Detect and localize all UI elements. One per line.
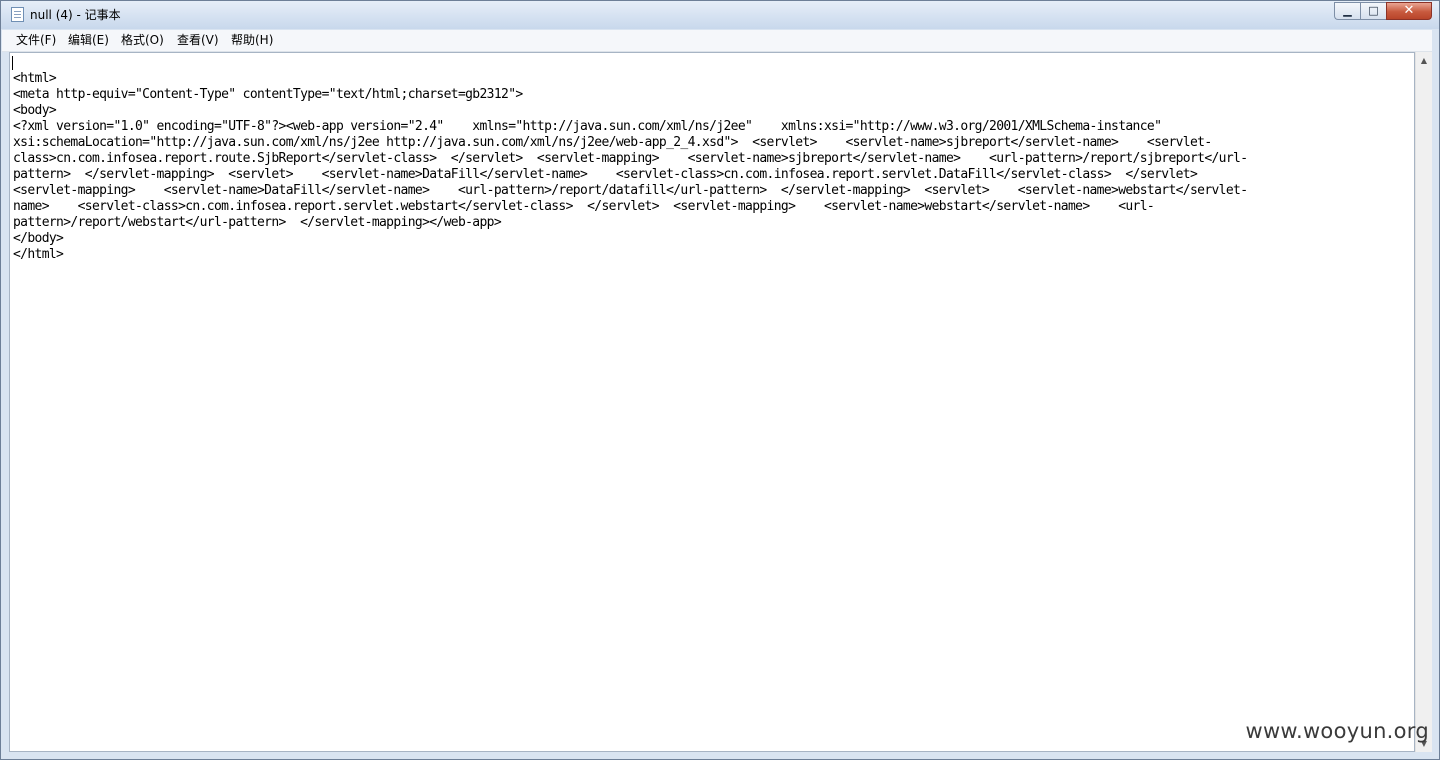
menu-view[interactable]: 查看(V): [176, 33, 220, 48]
minimize-button[interactable]: ▁: [1334, 2, 1360, 20]
window-controls: ▁ □ ✕: [1334, 2, 1432, 21]
scroll-up-icon[interactable]: ▲: [1416, 52, 1432, 69]
menu-format[interactable]: 格式(O): [120, 33, 165, 48]
close-button[interactable]: ✕: [1386, 2, 1432, 20]
vertical-scrollbar[interactable]: ▲ ▼: [1415, 52, 1432, 752]
notepad-window: null (4) - 记事本 ▁ □ ✕ 文件(F) 编辑(E) 格式(O) 查…: [0, 0, 1440, 760]
editor-text[interactable]: <html> <meta http-equiv="Content-Type" c…: [13, 55, 1248, 263]
menu-file[interactable]: 文件(F): [15, 33, 57, 48]
maximize-button[interactable]: □: [1360, 2, 1386, 20]
text-editor[interactable]: <html> <meta http-equiv="Content-Type" c…: [9, 52, 1415, 752]
menu-help[interactable]: 帮助(H): [230, 33, 274, 48]
menu-edit[interactable]: 编辑(E): [67, 33, 110, 48]
window-title: null (4) - 记事本: [30, 8, 121, 22]
menu-bar: 文件(F) 编辑(E) 格式(O) 查看(V) 帮助(H): [2, 30, 1432, 52]
maximize-icon: □: [1368, 4, 1379, 17]
notepad-icon[interactable]: [11, 7, 24, 22]
minimize-icon: ▁: [1343, 4, 1352, 17]
close-icon: ✕: [1403, 3, 1415, 18]
watermark: www.wooyun.org: [1245, 719, 1429, 743]
title-bar[interactable]: null (4) - 记事本 ▁ □ ✕: [1, 1, 1439, 29]
